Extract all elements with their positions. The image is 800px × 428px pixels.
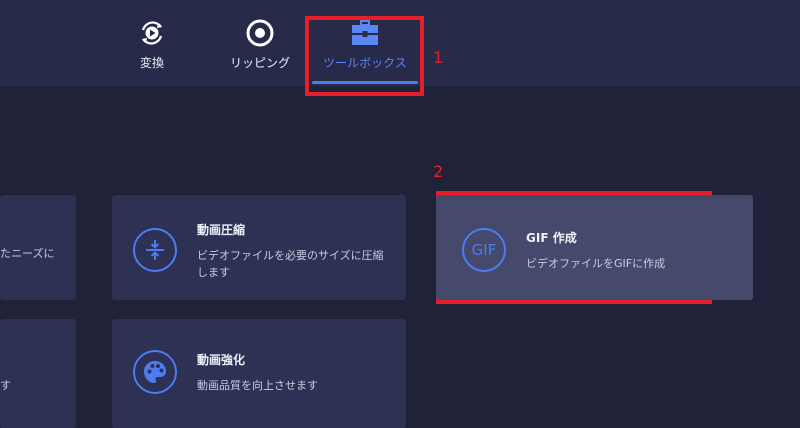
tool-card-left-bottom[interactable]: す: [0, 319, 76, 428]
tool-card-left-top[interactable]: たニーズに: [0, 195, 76, 300]
tool-card-left-top-desc: たニーズに: [0, 247, 55, 260]
compress-icon: [133, 228, 177, 272]
tool-card-enhance-desc: 動画品質を向上させます: [197, 379, 318, 392]
tab-convert-label: 変換: [139, 56, 164, 70]
tool-card-gif-desc: ビデオファイルをGIFに作成: [526, 257, 666, 270]
tool-card-enhance-title: 動画強化: [197, 353, 246, 367]
tool-card-compress-desc: ビデオファイルを必要のサイズに圧縮します: [197, 249, 384, 279]
tab-convert[interactable]: 変換: [128, 18, 176, 84]
tab-toolbox[interactable]: ツールボックス: [316, 18, 414, 84]
gif-icon: GIF: [462, 228, 506, 272]
tab-toolbox-label: ツールボックス: [323, 56, 407, 70]
callout-number-2: 2: [433, 162, 444, 181]
tool-card-enhance[interactable]: 動画強化 動画品質を向上させます: [112, 319, 406, 428]
tool-card-compress-title: 動画圧縮: [197, 223, 246, 237]
disc-icon: [246, 19, 274, 47]
palette-icon: [133, 350, 177, 394]
tool-card-gif[interactable]: GIF GIF 作成 ビデオファイルをGIFに作成: [436, 195, 753, 300]
top-navigation: 変換 リッピング ツールボックス: [0, 0, 800, 86]
play-circle-rotate-icon: [141, 21, 163, 45]
tool-card-compress[interactable]: 動画圧縮 ビデオファイルを必要のサイズに圧縮します: [112, 195, 406, 300]
tab-ripping[interactable]: リッピング: [224, 18, 296, 84]
tool-card-left-bottom-desc: す: [0, 379, 11, 392]
toolbox-icon: [352, 20, 378, 45]
gif-icon-text: GIF: [471, 241, 497, 259]
callout-number-1: 1: [433, 48, 444, 67]
tab-ripping-label: リッピング: [229, 56, 290, 70]
active-tab-indicator: [312, 81, 418, 84]
tool-card-gif-title: GIF 作成: [526, 231, 577, 245]
